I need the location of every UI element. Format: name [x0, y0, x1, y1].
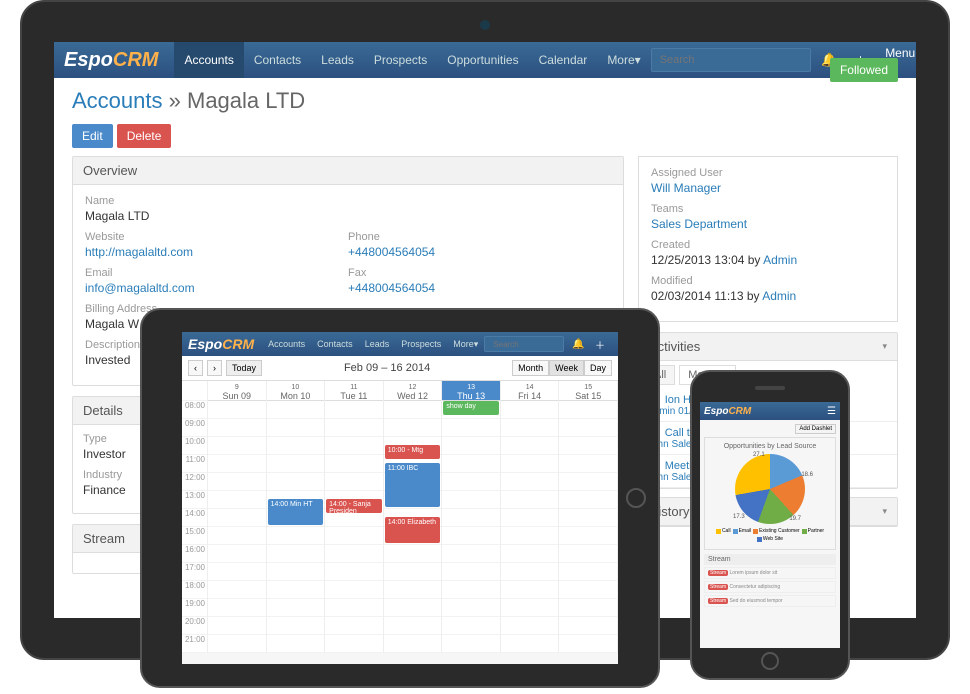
- ipad-screen: EspoCRM Accounts Contacts Leads Prospect…: [182, 332, 618, 664]
- ipad-device-frame: EspoCRM Accounts Contacts Leads Prospect…: [140, 308, 660, 688]
- modified-by-link[interactable]: Admin: [762, 289, 796, 303]
- email-link[interactable]: info@magalaltd.com: [85, 281, 348, 295]
- nav-more[interactable]: More ▾: [597, 42, 650, 78]
- cal-day-column[interactable]: 10Mon 10 14:00 Min HT: [267, 381, 326, 653]
- calendar-grid: 08:0009:0010:0011:0012:0013:0014:0015:00…: [182, 381, 618, 653]
- menu-button[interactable]: Menu ▾: [614, 332, 618, 358]
- nav-more[interactable]: More ▾: [447, 332, 484, 356]
- followed-button[interactable]: Followed: [830, 58, 898, 82]
- cal-day-column[interactable]: 15Sat 15: [559, 381, 618, 653]
- breadcrumb: Accounts » Magala LTD: [72, 88, 898, 114]
- menu-icon[interactable]: ☰: [827, 406, 836, 417]
- cal-day-header: 11Tue 11: [325, 381, 383, 401]
- cal-day-view[interactable]: Day: [584, 360, 612, 376]
- cal-title: Feb 09 – 16 2014: [266, 362, 508, 374]
- plus-icon[interactable]: ＋: [592, 337, 608, 352]
- stream-item[interactable]: Stream Consectetur adipiscing: [704, 581, 836, 593]
- iphone-home-button: [761, 652, 779, 670]
- cal-day-header: 12Wed 12: [384, 381, 442, 401]
- stream-item[interactable]: Stream Sed do eiusmod tempor: [704, 595, 836, 607]
- calendar-event[interactable]: 11:00 IBC: [385, 463, 441, 507]
- edit-button[interactable]: Edit: [72, 124, 113, 148]
- cal-day-header: 15Sat 15: [559, 381, 617, 401]
- calendar-event[interactable]: 14:00 - Sanja Presiden: [326, 499, 382, 513]
- chart-legend: CallEmailExisting CustomerPartnerWeb Sit…: [708, 528, 832, 542]
- cal-prev-button[interactable]: ‹: [188, 360, 203, 376]
- phone-link[interactable]: +448004564054: [348, 245, 611, 259]
- cal-day-column[interactable]: 11Tue 11 14:00 - Sanja Presiden: [325, 381, 384, 653]
- iphone-device-frame: EspoCRM ☰ Add Dashlet Opportunities by L…: [690, 370, 850, 680]
- cal-day-header: 10Mon 10: [267, 381, 325, 401]
- team-link[interactable]: Sales Department: [651, 217, 885, 231]
- chart-title: Opportunities by Lead Source: [708, 443, 832, 450]
- add-dashlet-button[interactable]: Add Dashlet: [795, 424, 836, 434]
- nav-opportunities[interactable]: Opportunities: [437, 42, 528, 78]
- main-navbar: EspoCRM Accounts Contacts Leads Prospect…: [54, 42, 916, 78]
- caret-down-icon: ▾: [635, 53, 641, 67]
- app-logo: EspoCRM: [64, 49, 158, 72]
- nav-leads[interactable]: Leads: [359, 332, 396, 356]
- iphone-speaker: [755, 386, 785, 390]
- iphone-screen: EspoCRM ☰ Add Dashlet Opportunities by L…: [700, 402, 840, 648]
- pie-chart: 27.1 18.6 19.7 17.3: [735, 454, 805, 524]
- nav-leads[interactable]: Leads: [311, 42, 364, 78]
- nav-prospects[interactable]: Prospects: [364, 42, 437, 78]
- stream-header: Stream: [704, 554, 836, 565]
- nav-calendar[interactable]: Calendar: [529, 42, 598, 78]
- cal-day-column[interactable]: 9Sun 09: [208, 381, 267, 653]
- calendar-toolbar: ‹ › Today Feb 09 – 16 2014 Month Week Da…: [182, 356, 618, 381]
- calendar-event[interactable]: 14:00 Elizabeth: [385, 517, 441, 543]
- side-info-panel: Assigned UserWill Manager TeamsSales Dep…: [638, 156, 898, 322]
- search-input[interactable]: [484, 336, 564, 352]
- iphone-navbar: EspoCRM ☰: [700, 402, 840, 420]
- stream-item[interactable]: Stream Lorem ipsum dolor sit: [704, 567, 836, 579]
- bell-icon[interactable]: 🔔: [570, 339, 586, 350]
- cal-day-column[interactable]: 14Fri 14: [501, 381, 560, 653]
- ipad-navbar: EspoCRM Accounts Contacts Leads Prospect…: [182, 332, 618, 356]
- app-logo: EspoCRM: [188, 336, 254, 352]
- calendar-event[interactable]: 14:00 Min HT: [268, 499, 324, 525]
- delete-button[interactable]: Delete: [117, 124, 172, 148]
- website-link[interactable]: http://magalaltd.com: [85, 245, 348, 259]
- calendar-event[interactable]: 10:00 - Mtg: [385, 445, 441, 459]
- cal-day-header: 14Fri 14: [501, 381, 559, 401]
- ipad-home-button: [626, 488, 646, 508]
- nav-contacts[interactable]: Contacts: [311, 332, 359, 356]
- cal-next-button[interactable]: ›: [207, 360, 222, 376]
- calendar-event[interactable]: show day: [443, 401, 499, 415]
- created-by-link[interactable]: Admin: [763, 253, 797, 267]
- overview-header: Overview: [73, 157, 623, 185]
- caret-down-icon[interactable]: ▾: [882, 341, 887, 352]
- nav-prospects[interactable]: Prospects: [395, 332, 447, 356]
- page-title: Magala LTD: [187, 88, 305, 113]
- caret-down-icon[interactable]: ▾: [882, 506, 887, 517]
- nav-items: Accounts Contacts Leads Prospects Opport…: [174, 42, 650, 78]
- breadcrumb-root[interactable]: Accounts: [72, 88, 163, 113]
- cal-day-column[interactable]: 12Wed 12 10:00 - Mtg 11:00 IBC 14:00 Elizab…: [384, 381, 443, 653]
- cal-day-header: 9Sun 09: [208, 381, 266, 401]
- app-logo: EspoCRM: [704, 406, 751, 417]
- nav-contacts[interactable]: Contacts: [244, 42, 311, 78]
- cal-day-column[interactable]: 13Thu 13show day: [442, 381, 501, 653]
- cal-month-view[interactable]: Month: [512, 360, 549, 376]
- nav-accounts[interactable]: Accounts: [262, 332, 311, 356]
- cal-day-header: 13Thu 13: [442, 381, 500, 401]
- cal-today-button[interactable]: Today: [226, 360, 262, 376]
- assigned-user-link[interactable]: Will Manager: [651, 181, 885, 195]
- fax-link[interactable]: +448004564054: [348, 281, 611, 295]
- nav-accounts[interactable]: Accounts: [174, 42, 243, 78]
- cal-week-view[interactable]: Week: [549, 360, 584, 376]
- camera-dot: [480, 20, 490, 30]
- search-input[interactable]: [651, 48, 811, 72]
